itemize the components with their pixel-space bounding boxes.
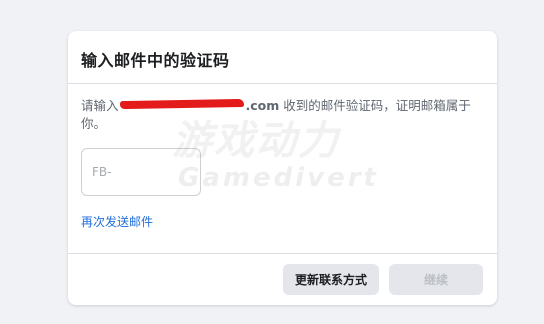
header-divider — [68, 83, 497, 84]
resend-email-link[interactable]: 再次发送邮件 — [81, 213, 153, 230]
instruction-message: 请输入 .com 收到的邮件验证码，证明邮箱属于你。 — [81, 97, 481, 133]
verification-code-input[interactable] — [81, 148, 201, 196]
update-contact-button[interactable]: 更新联系方式 — [283, 264, 379, 295]
verification-dialog: 输入邮件中的验证码 请输入.com 收到的邮件验证码，证明邮箱属于你。 再次发送… — [68, 31, 497, 305]
message-prefix: 请输入 — [81, 98, 119, 113]
redacted-email-mark — [119, 98, 244, 110]
email-domain: .com — [245, 98, 280, 113]
continue-button[interactable]: 继续 — [389, 264, 483, 295]
footer-divider — [68, 253, 497, 254]
dialog-title: 输入邮件中的验证码 — [81, 51, 230, 70]
